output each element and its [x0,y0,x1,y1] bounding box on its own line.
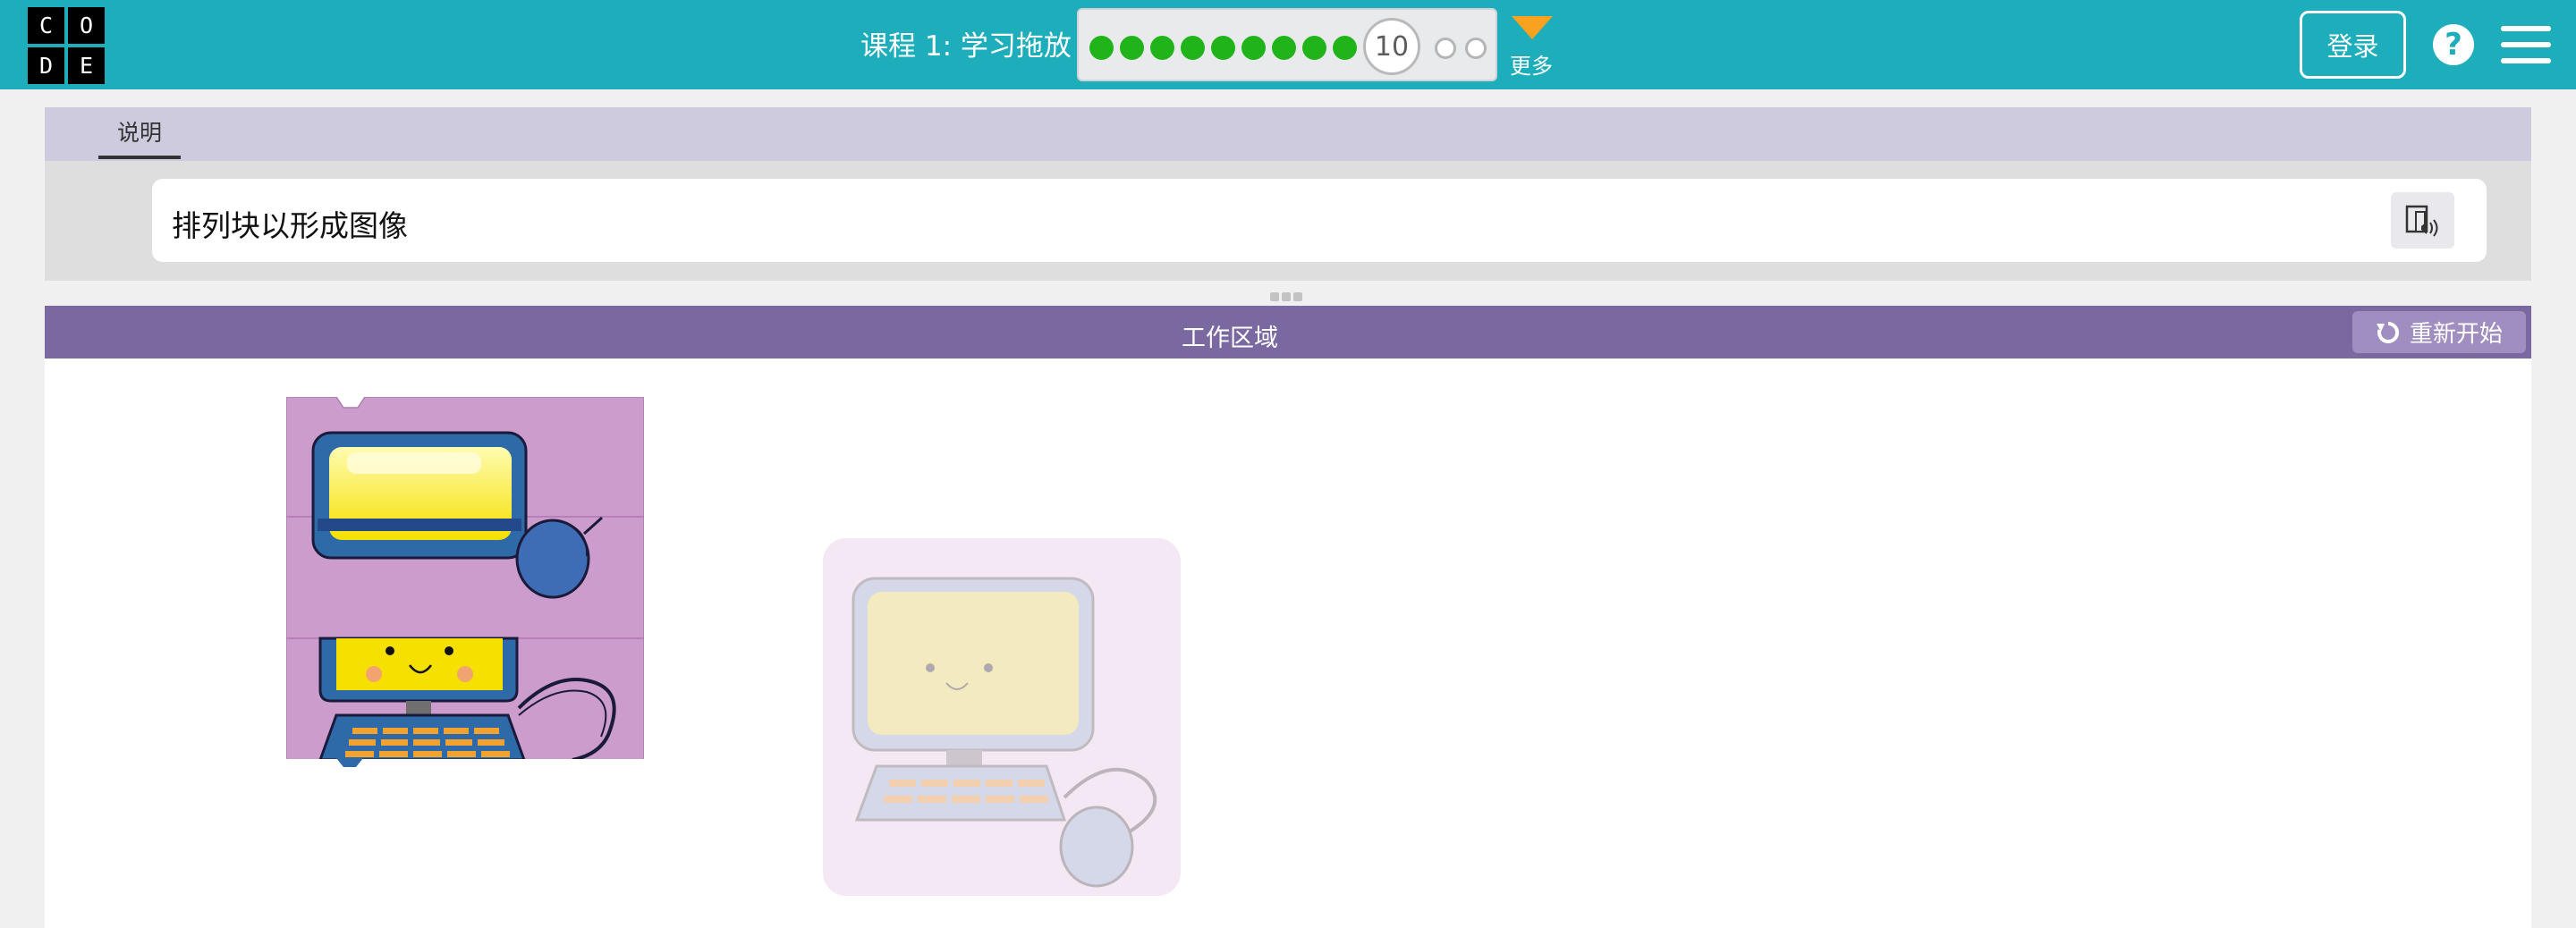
level-dot-completed[interactable] [1120,36,1144,60]
target-image [823,538,1181,896]
logo-letter: C [28,7,64,44]
more-label: 更多 [1510,54,1553,79]
level-dot-current[interactable]: 10 [1363,18,1420,75]
workspace-area [45,359,2531,928]
more-dropdown[interactable]: 更多 [1508,14,1558,79]
computer-illustration [852,577,1157,888]
level-dot-completed[interactable] [1302,36,1326,60]
code-logo[interactable]: C O D E [28,7,105,84]
lesson-title[interactable]: 课程 1: 学习拖放 [860,23,1072,63]
top-header: C O D E 课程 1: 学习拖放 10 更多 登录 ? [0,0,2576,89]
restart-icon [2376,321,2399,343]
level-dot-completed[interactable] [1211,36,1235,60]
tab-instructions[interactable]: 说明 [98,107,181,159]
hamburger-menu-icon[interactable] [2501,24,2551,65]
level-dot-completed[interactable] [1089,36,1114,60]
text-to-speech-icon [2405,205,2438,237]
level-dot-completed[interactable] [1241,36,1266,60]
drag-handle-icon[interactable] [1270,288,1306,301]
level-dot-upcoming[interactable] [1465,38,1487,59]
logo-letter: O [68,7,105,44]
instructions-card: 排列块以形成图像 [152,179,2487,262]
level-dot-upcoming[interactable] [1435,38,1456,59]
text-to-speech-button[interactable] [2391,192,2454,249]
level-dot-completed[interactable] [1333,36,1357,60]
level-dot-completed[interactable] [1181,36,1205,60]
level-dot-completed[interactable] [1272,36,1296,60]
workspace-header: 工作区域 重新开始 [45,306,2531,359]
instructions-tab-bar: 说明 [45,107,2531,161]
level-progress-bar: 10 [1077,8,1497,81]
block-stack[interactable] [284,395,646,767]
level-dot-completed[interactable] [1150,36,1174,60]
workspace-title-wrap: 工作区域 [45,318,2531,353]
dropdown-triangle-icon [1512,16,1553,39]
login-button[interactable]: 登录 [2300,11,2406,79]
workspace-title: 工作区域 [1182,325,1278,352]
logo-letter: E [68,47,105,84]
instructions-text: 排列块以形成图像 [172,208,408,243]
reset-label: 重新开始 [2409,321,2503,348]
logo-letter: D [28,47,64,84]
reset-button[interactable]: 重新开始 [2352,311,2526,353]
help-icon[interactable]: ? [2433,24,2474,65]
instructions-panel: 排列块以形成图像 [45,161,2531,281]
